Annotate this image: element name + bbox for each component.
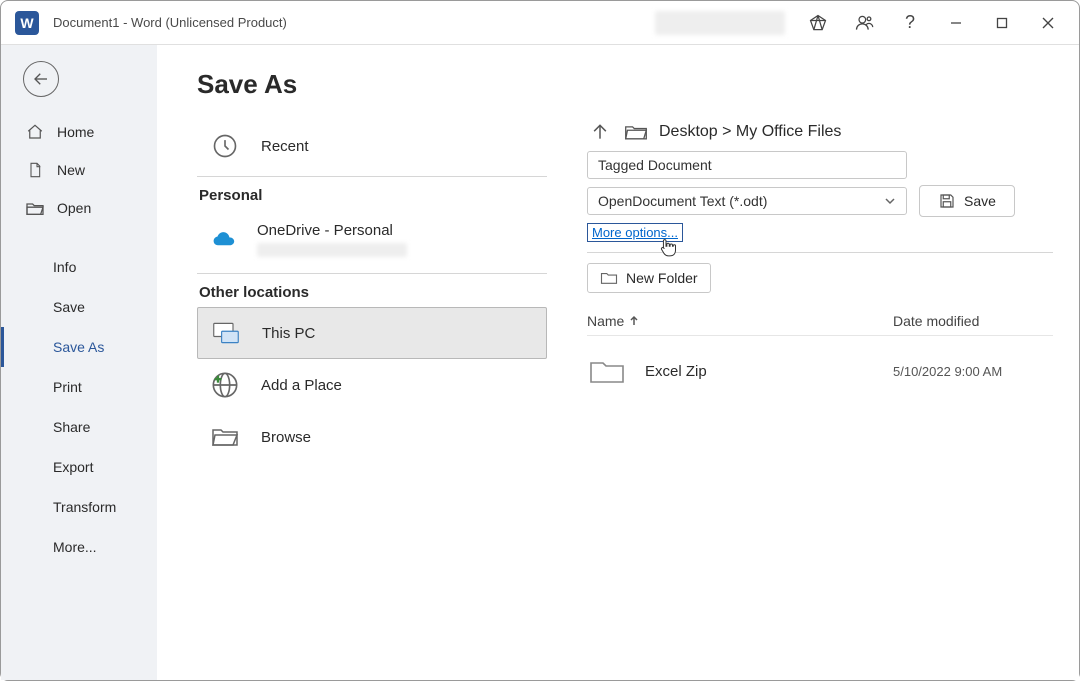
location-thispc[interactable]: This PC [197,307,547,359]
sidebar-item-transform[interactable]: Transform [1,487,157,527]
section-other: Other locations [199,284,547,301]
column-headers: Name Date modified [587,313,1053,336]
page-title: Save As [197,69,547,100]
folder-icon [587,356,627,386]
sidebar-label: New [57,162,85,178]
location-browse[interactable]: Browse [197,411,547,463]
location-recent[interactable]: Recent [197,120,547,172]
browse-icon [211,423,239,451]
premium-icon[interactable] [795,1,841,45]
folder-icon [600,271,618,285]
location-label: OneDrive - Personal [257,222,407,239]
location-label: Add a Place [261,377,342,394]
sidebar-item-save[interactable]: Save [1,287,157,327]
app-icon: W [15,11,39,35]
save-button[interactable]: Save [919,185,1015,217]
filename-input[interactable] [587,151,907,179]
new-icon [25,160,45,180]
help-icon[interactable]: ? [887,1,933,45]
location-label: Browse [261,429,311,446]
sidebar-item-print[interactable]: Print [1,367,157,407]
account-area[interactable] [655,11,785,35]
backstage-sidebar: Home New Open Info Save Save As Print Sh… [1,45,157,680]
section-personal: Personal [199,187,547,204]
filetype-select[interactable]: OpenDocument Text (*.odt) [587,187,907,215]
file-name: Excel Zip [645,363,893,380]
chevron-down-icon [884,195,896,207]
cursor-icon [658,238,676,258]
new-folder-label: New Folder [626,270,698,286]
sidebar-item-export[interactable]: Export [1,447,157,487]
open-icon [25,198,45,218]
column-name[interactable]: Name [587,313,893,329]
file-date: 5/10/2022 9:00 AM [893,364,1053,379]
save-icon [938,192,956,210]
titlebar: W Document1 - Word (Unlicensed Product) … [1,1,1079,45]
location-onedrive[interactable]: OneDrive - Personal [197,210,547,269]
maximize-button[interactable] [979,1,1025,45]
close-button[interactable] [1025,1,1071,45]
save-label: Save [964,193,996,209]
sidebar-item-info[interactable]: Info [1,247,157,287]
sidebar-new[interactable]: New [1,151,157,189]
back-button[interactable] [23,61,59,97]
window-title: Document1 - Word (Unlicensed Product) [53,15,287,30]
minimize-button[interactable] [933,1,979,45]
sidebar-item-saveas[interactable]: Save As [1,327,157,367]
file-row[interactable]: Excel Zip 5/10/2022 9:00 AM [587,336,1053,406]
folder-icon [623,119,649,145]
sidebar-item-more[interactable]: More... [1,527,157,567]
sidebar-label: Home [57,124,94,140]
sidebar-label: Open [57,200,91,216]
sidebar-home[interactable]: Home [1,113,157,151]
location-addplace[interactable]: Add a Place [197,359,547,411]
home-icon [25,122,45,142]
onedrive-icon [211,226,239,254]
more-options-link[interactable]: More options... [587,223,683,242]
sidebar-open[interactable]: Open [1,189,157,227]
account-icon[interactable] [841,1,887,45]
column-date[interactable]: Date modified [893,313,1053,329]
thispc-icon [212,319,240,347]
filetype-label: OpenDocument Text (*.odt) [598,193,767,209]
breadcrumb[interactable]: Desktop > My Office Files [659,123,841,141]
location-label: This PC [262,325,315,342]
location-label: Recent [261,138,309,155]
addplace-icon [211,371,239,399]
recent-icon [211,132,239,160]
sort-arrow-icon [628,315,640,327]
onedrive-account [257,243,407,257]
sidebar-item-share[interactable]: Share [1,407,157,447]
up-button[interactable] [587,119,613,145]
new-folder-button[interactable]: New Folder [587,263,711,293]
